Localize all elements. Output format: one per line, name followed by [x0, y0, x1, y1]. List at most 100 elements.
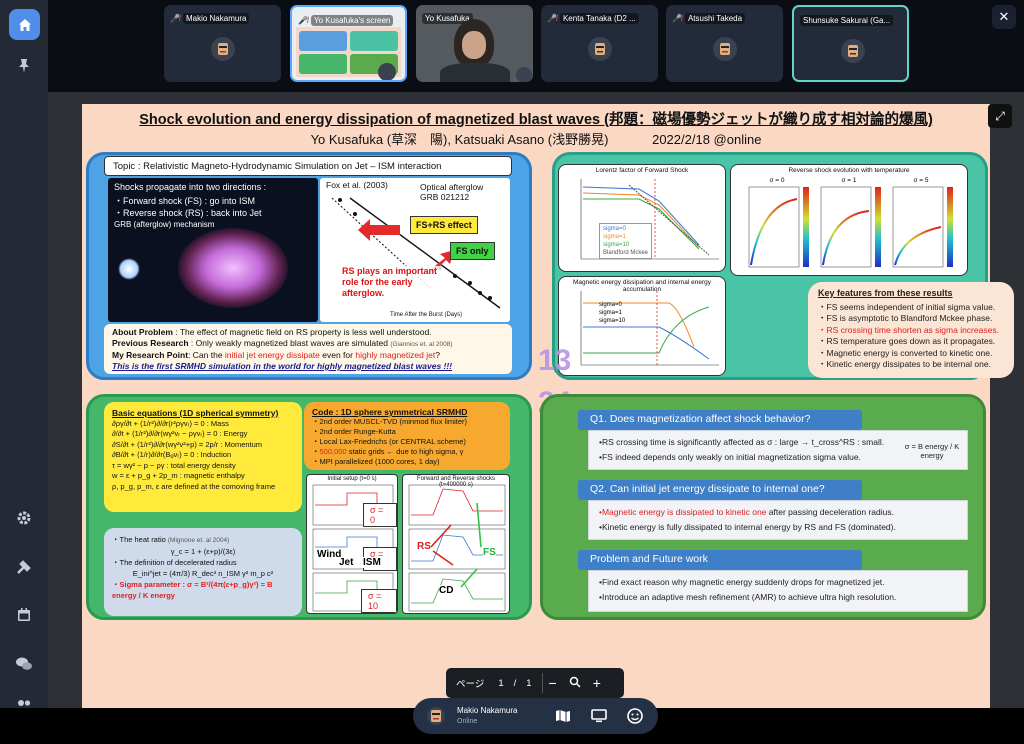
slide-title: Shock evolution and energy dissipation o… — [139, 112, 933, 128]
participant-name: Kenta Tanaka (D2 ... — [559, 12, 639, 24]
user-pill: Makio Nakamura Online — [413, 698, 658, 734]
page-current[interactable]: 1 — [498, 678, 503, 689]
calendar-icon[interactable] — [12, 603, 36, 627]
intro-line: ・Reverse shock (RS) : back into Jet — [114, 208, 262, 218]
point-highlight: highly magnetized jet — [355, 350, 436, 360]
equations-box: Basic equations (1D spherical symmetry) … — [104, 402, 302, 512]
app-window: 39 🎤̸Makio Nakamura 🎤̸Yo Kusafuka's scre… — [0, 0, 1024, 744]
left-rail: 39 — [0, 0, 48, 744]
fs-only-tag: FS only — [450, 242, 495, 260]
page-total: 1 — [526, 677, 532, 689]
claim-text: This is the first SRMHD simulation in th… — [112, 361, 453, 371]
participant-name: Atsushi Takeda — [684, 12, 746, 24]
intro-line: GRB (afterglow) mechanism — [114, 220, 215, 229]
participant-tile-camera[interactable]: Yo Kusafuka — [416, 5, 533, 82]
mic-off-icon: 🎤̸ — [672, 13, 682, 23]
participant-tile[interactable]: 🎤̸ Atsushi Takeda — [666, 5, 783, 82]
chat-icon[interactable] — [12, 652, 36, 676]
key-item: ・Magnetic energy is converted to kinetic… — [818, 347, 993, 358]
participant-tile-screen[interactable]: 🎤̸ Yo Kusafuka's screen — [290, 5, 407, 82]
rs-label: RS — [417, 541, 431, 552]
hammer-icon[interactable] — [12, 555, 36, 579]
avatar — [713, 37, 737, 61]
energy-plot: Magnetic energy dissipation and internal… — [558, 276, 726, 376]
key-item: ・RS crossing time shorten as sigma incre… — [818, 324, 999, 335]
mic-off-icon: 🎤̸ — [170, 13, 180, 23]
participant-name: Yo Kusafuka's screen — [310, 14, 394, 26]
problem-box: About Problem : The effect of magnetic f… — [104, 324, 512, 374]
avatar — [516, 67, 532, 82]
prev-ref: (Giannios et. al 2008) — [390, 341, 453, 348]
gear-icon[interactable] — [12, 506, 36, 530]
prev-label: Previous Research — [112, 338, 189, 348]
avatar — [211, 37, 235, 61]
avatar[interactable] — [427, 707, 445, 725]
about-label: About Problem — [112, 327, 173, 337]
page-controls: ページ 1 / 1 − + — [446, 668, 624, 698]
map-icon[interactable] — [553, 706, 573, 726]
presentation-slide: Shock evolution and energy dissipation o… — [82, 104, 1014, 708]
participant-tile[interactable]: 🎤̸ Makio Nakamura — [164, 5, 281, 82]
initial-setup-plot: Initial setup (t=0 s) σ = 0 σ = 1 σ = 10… — [306, 474, 398, 614]
slide-subtitle: Yo Kusafuka (草深 陽), Katsuaki Asano (浅野勝晃… — [82, 129, 990, 148]
pin-icon[interactable] — [12, 54, 36, 78]
fs-label: FS — [483, 547, 496, 558]
grb-image: Shocks propagate into two directions : ・… — [108, 178, 318, 322]
participant-strip: 🎤̸ Makio Nakamura 🎤̸ Yo Kusafuka's screen … — [48, 0, 1024, 92]
slide-authors: Yo Kusafuka (草深 陽), Katsuaki Asano (浅野勝晃… — [310, 132, 609, 147]
emoji-icon[interactable] — [625, 706, 645, 726]
zoom-in-button[interactable]: + — [593, 675, 601, 691]
q3-header: Problem and Future work — [578, 550, 862, 570]
point-highlight: initial jet energy dissipate — [224, 350, 320, 360]
q3-body: •Find exact reason why magnetic energy s… — [588, 570, 968, 612]
plot-legend: sigma=0 sigma=1 sigma=10 Blandford Mckee — [599, 223, 653, 259]
sigma-tag: σ = 10 — [361, 589, 397, 613]
user-name: Makio Nakamura — [457, 706, 518, 715]
page-label: ページ — [456, 679, 485, 690]
slide-date: 2022/2/18 @online — [652, 132, 762, 147]
key-features-box: Key features from these results ・FS seem… — [808, 282, 1014, 378]
topic-box: Topic : Relativistic Magneto-Hydrodynami… — [104, 156, 512, 176]
participant-name: Makio Nakamura — [182, 12, 250, 24]
screen-share-icon[interactable] — [589, 706, 609, 726]
plot-xlabel: Time After the Burst (Days) — [390, 312, 463, 318]
sigma-fraction: σ = B energy / K energy — [904, 442, 960, 460]
home-icon — [18, 18, 31, 31]
mic-off-icon: 🎤̸ — [547, 13, 557, 23]
afterglow-plot: Fox et al. (2003) Optical afterglow GRB … — [320, 178, 510, 322]
zoom-out-button[interactable]: − — [549, 675, 557, 691]
participant-name: Shunsuke Sakurai (Ga... — [800, 14, 894, 26]
q2-body: •Magnetic energy is dissipated to kineti… — [588, 500, 968, 540]
key-item: ・FS is asymptotic to Blandford Mckee pha… — [818, 313, 993, 323]
heat-ratio-box: ・The heat ratio (Mignone et. al 2004) γ_… — [104, 528, 302, 616]
rs-note: RS plays an important role for the early… — [342, 266, 442, 299]
user-status: Online — [457, 718, 478, 725]
zoom-icon[interactable] — [569, 676, 581, 691]
slide-number-13: 13 — [538, 344, 572, 377]
avatar — [378, 63, 396, 80]
participant-tile[interactable]: 🎤̸ Kenta Tanaka (D2 ... — [541, 5, 658, 82]
key-item: ・Kinetic energy dissipates to be interna… — [818, 359, 991, 369]
key-item: ・RS temperature goes down as it propagat… — [818, 336, 996, 346]
reverse-shock-plot: Reverse shock evolution with temperature… — [730, 164, 968, 276]
key-title: Key features from these results — [818, 288, 953, 298]
key-item: ・FS seems independent of initial sigma v… — [818, 301, 996, 312]
plot-ref: Fox et al. (2003) — [326, 180, 388, 190]
q2-header: Q2. Can initial jet energy dissipate to … — [578, 480, 862, 500]
screen-share-stage: Shock evolution and energy dissipation o… — [48, 92, 1024, 708]
about-text: : The effect of magnetic field on RS pro… — [175, 327, 432, 337]
cd-label: CD — [439, 585, 454, 596]
shocks-plot: Forward and Reverse shocks (t=400000 s) … — [402, 474, 510, 614]
intro-line: Shocks propagate into two directions : — [114, 182, 267, 192]
mic-off-icon: 🎤̸ — [298, 15, 308, 25]
participant-tile-active[interactable]: Shunsuke Sakurai (Ga... — [792, 5, 909, 82]
fsrs-tag: FS+RS effect — [410, 216, 478, 234]
expand-icon[interactable]: ⤢ — [988, 104, 1012, 128]
close-button[interactable]: ✕ — [992, 5, 1016, 29]
home-button[interactable] — [9, 9, 40, 40]
q1-header: Q1. Does magnetization affect shock beha… — [578, 410, 862, 430]
avatar — [841, 39, 865, 63]
lorentz-plot: Lorentz factor of Forward Shock sigma=0 … — [558, 164, 726, 272]
code-box: Code : 1D sphere symmetrical SRMHD ・2nd … — [304, 402, 510, 470]
sigma-tag: σ = 0 — [363, 503, 397, 527]
